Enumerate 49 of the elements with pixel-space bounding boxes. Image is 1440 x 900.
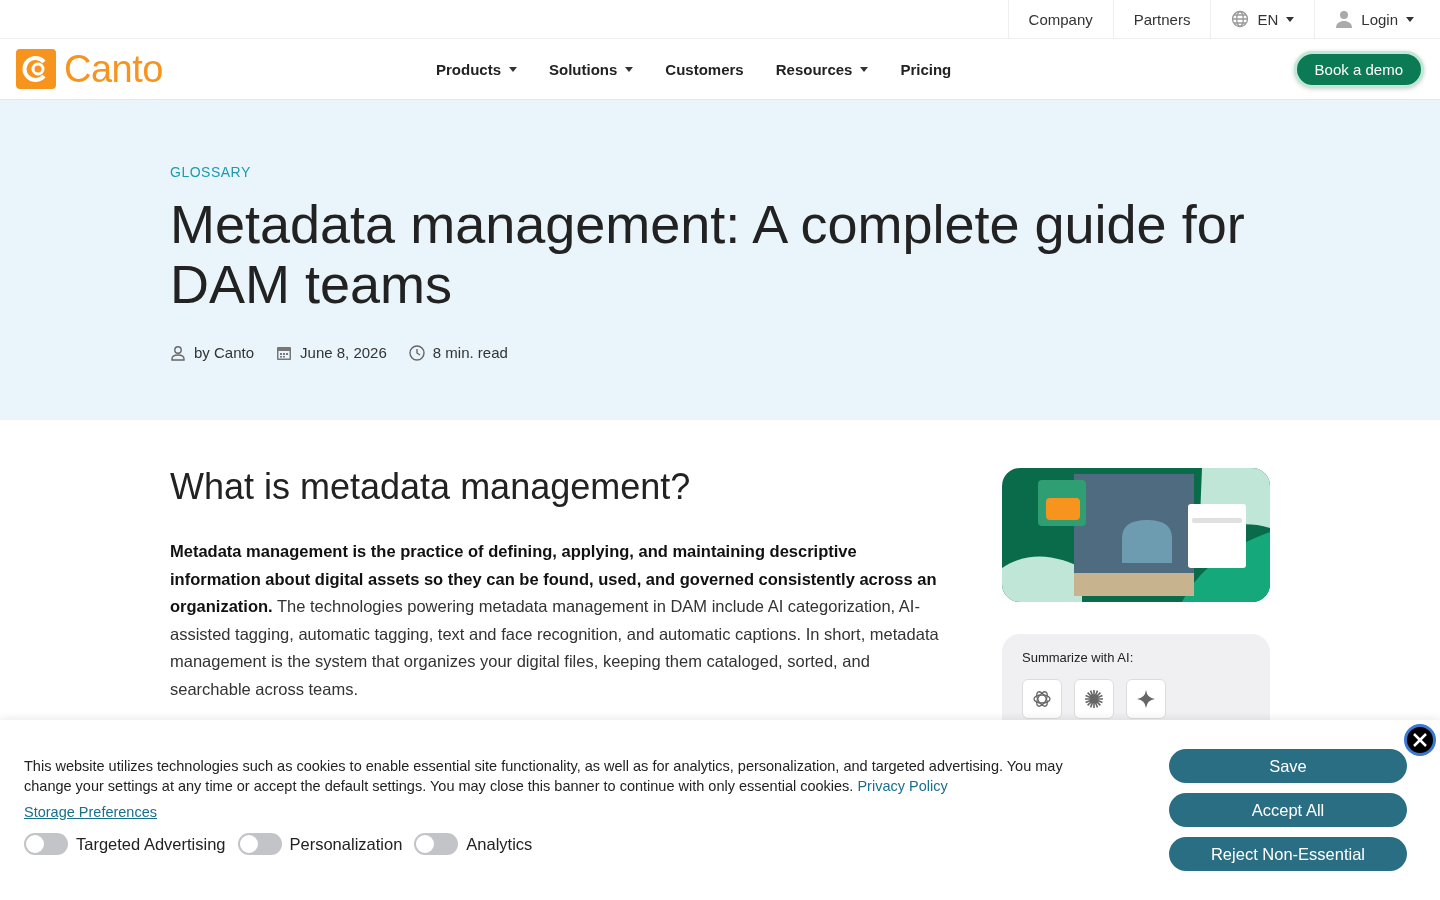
consent-button[interactable]: Save bbox=[1169, 749, 1407, 783]
consent-button[interactable]: Accept All bbox=[1169, 793, 1407, 827]
close-icon bbox=[1411, 731, 1429, 749]
nav-link[interactable]: Customers bbox=[665, 60, 744, 78]
publish-date: June 8, 2026 bbox=[300, 344, 387, 361]
close-button[interactable] bbox=[1404, 724, 1436, 756]
ai-summary-button[interactable] bbox=[1126, 679, 1166, 719]
toggle-label: Analytics bbox=[466, 834, 533, 854]
language-selector[interactable]: EN bbox=[1210, 0, 1315, 38]
globe-icon bbox=[1231, 10, 1250, 28]
toggle-switch[interactable] bbox=[414, 833, 459, 855]
top-link[interactable]: Company bbox=[1007, 0, 1113, 38]
nav-link[interactable]: Solutions bbox=[549, 60, 634, 78]
knot-icon bbox=[1032, 689, 1052, 709]
caret-icon bbox=[625, 66, 634, 72]
category-label: GLOSSARY bbox=[170, 164, 252, 180]
caret-icon bbox=[509, 66, 517, 72]
summarize-label: Summarize with AI: bbox=[1022, 650, 1135, 665]
caret-icon bbox=[860, 66, 869, 72]
nav-link[interactable]: Products bbox=[436, 60, 517, 78]
book-demo-button[interactable]: Book a demo bbox=[1293, 50, 1424, 88]
user-icon bbox=[1335, 10, 1354, 28]
consent-button[interactable]: Reject Non-Essential bbox=[1169, 837, 1407, 871]
caret-icon bbox=[1286, 16, 1295, 22]
caret-icon bbox=[1406, 16, 1414, 22]
cookie-notice-text: This website utilizes technologies such as cookies to enable essential site functionality, as well as for analytics, personalization, and targeted advertising. You may change your settings at any time or accept the default settings. You may close this banner to continue with only essential cookies. Privacy Policy bbox=[24, 757, 1064, 796]
clock-icon bbox=[408, 344, 425, 361]
calendar-icon bbox=[276, 344, 293, 361]
ai-summary-button[interactable] bbox=[1074, 679, 1114, 719]
asterisk-icon bbox=[1084, 689, 1104, 709]
toggle-switch[interactable] bbox=[24, 833, 68, 855]
toggle-label: Personalization bbox=[289, 834, 403, 854]
toggle-switch[interactable] bbox=[237, 833, 282, 855]
author-name: by Canto bbox=[194, 344, 255, 361]
person-icon bbox=[170, 344, 186, 361]
read-time: 8 min. read bbox=[432, 344, 508, 361]
article-paragraph: Metadata management is the practice of defining, applying, and maintaining descriptive information about digital assets so they can be found, used, and governed consistently across an organization. The technologies powering metadata management in DAM include AI categorization, AI-assisted tagging, automatic tagging, text and face recognition, and automatic captions. In short, metadata management is the system that organizes your digital files, keeping them cataloged, sorted, and searchable across teams. bbox=[170, 541, 940, 700]
ai-summary-button[interactable] bbox=[1022, 679, 1062, 719]
top-link[interactable]: Partners bbox=[1112, 0, 1211, 38]
nav-link[interactable]: Pricing bbox=[900, 60, 952, 78]
privacy-policy-link[interactable]: Privacy Policy bbox=[857, 778, 948, 794]
sparkle-icon bbox=[1136, 689, 1156, 709]
storage-preferences-link[interactable]: Storage Preferences bbox=[24, 804, 157, 820]
toggle-label: Targeted Advertising bbox=[76, 834, 226, 854]
section-heading: What is metadata management? bbox=[170, 466, 692, 508]
logo-icon bbox=[16, 49, 56, 89]
nav-link[interactable]: Resources bbox=[775, 60, 869, 78]
page-title: Metadata management: A complete guide for DAM teams bbox=[170, 194, 1246, 314]
login-link[interactable]: Login bbox=[1314, 0, 1434, 38]
